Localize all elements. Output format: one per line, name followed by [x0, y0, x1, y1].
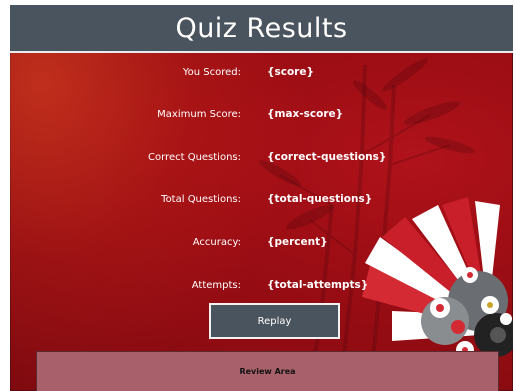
attempts-value: {total-attempts} — [267, 279, 369, 291]
accuracy-value: {percent} — [267, 236, 328, 248]
result-row-correct-questions: Correct Questions: {correct-questions} — [10, 151, 513, 172]
correct-questions-value: {correct-questions} — [267, 151, 387, 163]
page-title: Quiz Results — [175, 12, 348, 44]
score-value: {score} — [267, 66, 314, 78]
quiz-results-panel: Quiz Results You Scored: {score} Maximum… — [10, 5, 513, 391]
review-area-label: Review Area — [239, 367, 296, 376]
total-questions-label: Total Questions: — [161, 194, 241, 205]
total-questions-value: {total-questions} — [267, 193, 373, 205]
max-score-value: {max-score} — [267, 108, 344, 120]
attempts-label: Attempts: — [191, 280, 241, 291]
review-area: Review Area — [36, 351, 499, 391]
replay-button[interactable]: Replay — [209, 303, 340, 339]
result-row-total-questions: Total Questions: {total-questions} — [10, 193, 513, 214]
result-row-attempts: Attempts: {total-attempts} — [10, 279, 513, 300]
result-row-max-score: Maximum Score: {max-score} — [10, 108, 513, 129]
correct-questions-label: Correct Questions: — [148, 152, 241, 163]
result-row-accuracy: Accuracy: {percent} — [10, 236, 513, 257]
title-bar: Quiz Results — [10, 5, 513, 53]
result-row-score: You Scored: {score} — [10, 66, 513, 87]
score-label: You Scored: — [182, 67, 241, 78]
max-score-label: Maximum Score: — [157, 109, 241, 120]
accuracy-label: Accuracy: — [192, 237, 241, 248]
